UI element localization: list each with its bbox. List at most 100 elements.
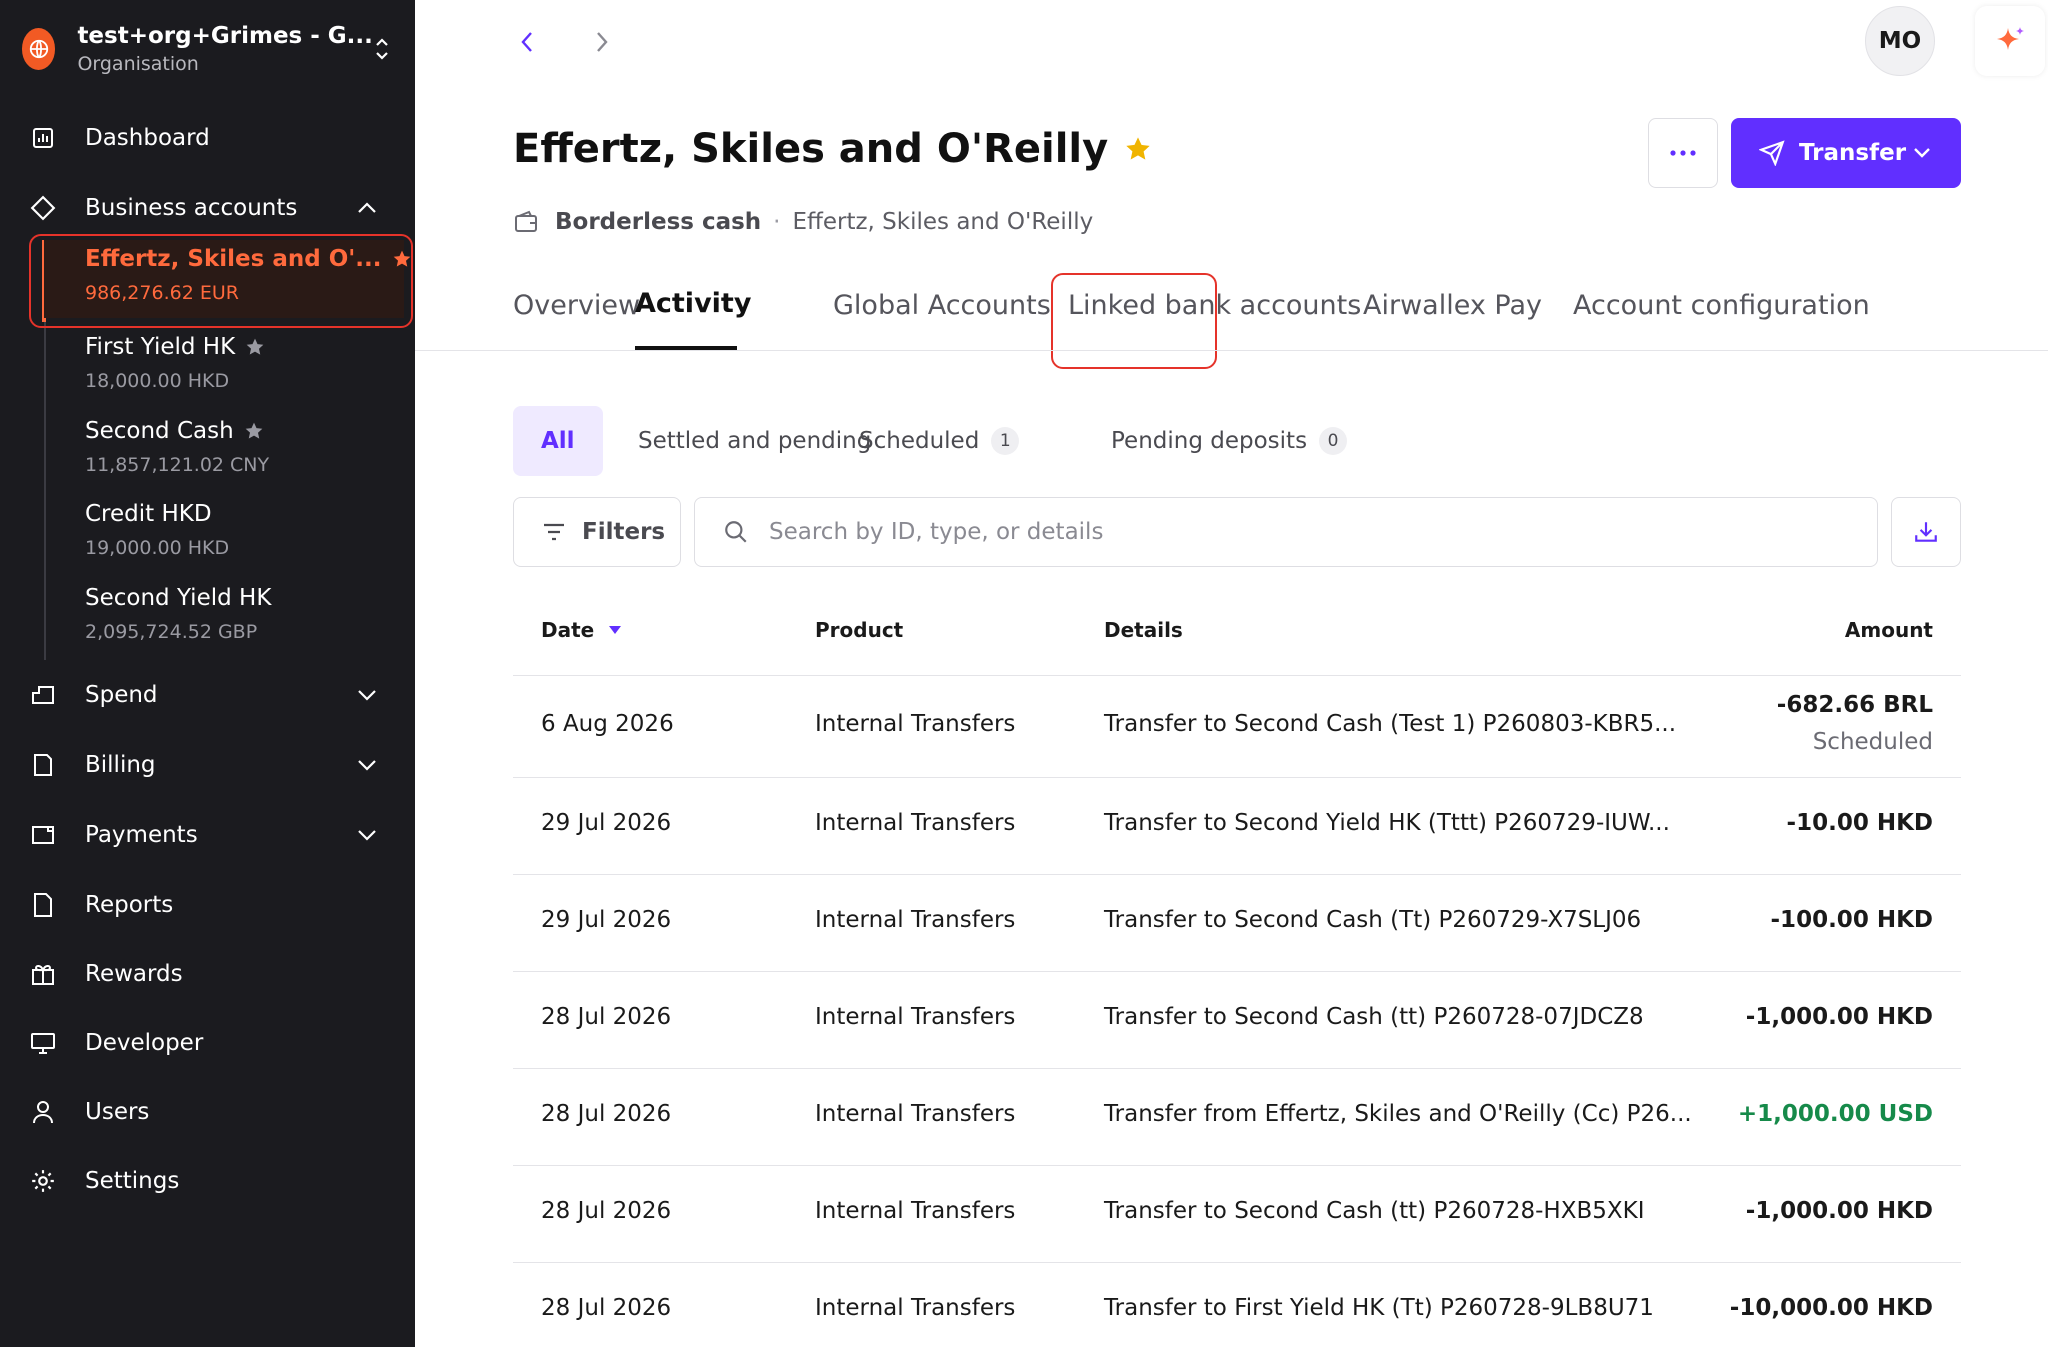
- document-icon: [28, 890, 58, 920]
- accounts-icon: [28, 193, 58, 223]
- column-header-date[interactable]: Date: [541, 618, 622, 642]
- star-icon[interactable]: [244, 421, 264, 441]
- gift-icon: [28, 959, 58, 989]
- filters-label: Filters: [582, 519, 666, 545]
- cell-product: Internal Transfers: [815, 1101, 1016, 1127]
- tab-activity[interactable]: Activity: [635, 288, 751, 319]
- sidebar-label: Settings: [85, 1168, 180, 1194]
- chip-label: All: [541, 428, 575, 454]
- count-badge: 1: [991, 427, 1020, 455]
- back-button[interactable]: [509, 24, 545, 60]
- search-icon: [725, 521, 747, 543]
- table-row[interactable]: 29 Jul 2026 Internal Transfers Transfer …: [513, 778, 1961, 875]
- chip-all[interactable]: All: [513, 406, 603, 476]
- tab-bar: Overview Activity Global Accounts Linked…: [513, 276, 1963, 352]
- cell-product: Internal Transfers: [815, 810, 1016, 836]
- table-row[interactable]: 28 Jul 2026 Internal Transfers Transfer …: [513, 1069, 1961, 1166]
- page-title: Effertz, Skiles and O'Reilly: [513, 126, 1152, 172]
- cell-details: Transfer to Second Cash (tt) P260728-07J…: [1104, 1004, 1644, 1030]
- breadcrumb-account-type[interactable]: Borderless cash: [555, 209, 761, 235]
- table-header: Date Product Details Amount: [513, 594, 1961, 676]
- chip-label: Scheduled: [859, 428, 980, 454]
- sidebar-item-dashboard[interactable]: Dashboard: [0, 110, 415, 166]
- table-row[interactable]: 28 Jul 2026 Internal Transfers Transfer …: [513, 1263, 1961, 1347]
- account-name: First Yield HK: [85, 334, 236, 360]
- account-item-second-yield[interactable]: Second Yield HK 2,095,724.52 GBP: [44, 579, 404, 657]
- cell-details: Transfer to Second Cash (Test 1) P260803…: [1104, 711, 1677, 737]
- cell-date: 28 Jul 2026: [541, 1101, 672, 1127]
- filters-button[interactable]: Filters: [513, 497, 681, 567]
- sidebar-item-users[interactable]: Users: [0, 1084, 415, 1140]
- account-name: Second Yield HK: [85, 585, 272, 611]
- search-input[interactable]: [769, 519, 1769, 545]
- sidebar-label: Billing: [85, 752, 156, 778]
- chevron-down-icon[interactable]: [353, 821, 381, 849]
- sidebar-item-payments[interactable]: Payments: [0, 807, 415, 863]
- tab-global-accounts[interactable]: Global Accounts: [833, 290, 1051, 321]
- sidebar-item-rewards[interactable]: Rewards: [0, 946, 415, 1002]
- spend-icon: [28, 680, 58, 710]
- star-icon[interactable]: [1124, 135, 1152, 163]
- payments-icon: [28, 820, 58, 850]
- chevron-left-icon: [521, 32, 532, 52]
- cell-amount: -100.00 HKD: [1770, 907, 1933, 933]
- chevron-down-icon: [1914, 148, 1930, 158]
- table-row[interactable]: 29 Jul 2026 Internal Transfers Transfer …: [513, 875, 1961, 972]
- cell-amount: -1,000.00 HKD: [1745, 1198, 1933, 1224]
- tab-airwallex-pay[interactable]: Airwallex Pay: [1363, 290, 1542, 321]
- cell-date: 28 Jul 2026: [541, 1295, 672, 1321]
- account-item-credit-hkd[interactable]: Credit HKD 19,000.00 HKD: [44, 495, 404, 573]
- chevron-up-down-icon[interactable]: [373, 29, 392, 69]
- chevron-up-icon[interactable]: [353, 194, 381, 222]
- globe-icon: [22, 28, 56, 70]
- dashboard-icon: [28, 123, 58, 153]
- cell-amount: -10,000.00 HKD: [1729, 1295, 1933, 1321]
- org-switcher[interactable]: test+org+Grimes - G... Organisation: [22, 18, 392, 80]
- org-subtitle: Organisation: [77, 53, 199, 75]
- avatar[interactable]: MO: [1865, 6, 1935, 76]
- sidebar-item-business-accounts[interactable]: Business accounts: [0, 180, 415, 236]
- download-button[interactable]: [1891, 497, 1961, 567]
- account-item-second-cash[interactable]: Second Cash 11,857,121.02 CNY: [44, 412, 404, 490]
- star-icon[interactable]: [245, 337, 265, 357]
- table-row[interactable]: 6 Aug 2026 Internal Transfers Transfer t…: [513, 676, 1961, 778]
- cell-date: 28 Jul 2026: [541, 1198, 672, 1224]
- sidebar-item-reports[interactable]: Reports: [0, 877, 415, 933]
- chevron-down-icon[interactable]: [353, 751, 381, 779]
- ai-assistant-button[interactable]: [1975, 6, 2045, 76]
- user-icon: [28, 1097, 58, 1127]
- table-row[interactable]: 28 Jul 2026 Internal Transfers Transfer …: [513, 1166, 1961, 1263]
- cell-amount: +1,000.00 USD: [1737, 1101, 1933, 1127]
- transfer-button[interactable]: Transfer: [1731, 118, 1961, 188]
- monitor-icon: [28, 1028, 58, 1058]
- chip-scheduled[interactable]: Scheduled 1: [831, 406, 1047, 476]
- search-field[interactable]: [694, 497, 1878, 567]
- sidebar-item-settings[interactable]: Settings: [0, 1153, 415, 1209]
- chevron-right-icon: [597, 32, 608, 52]
- sidebar-item-billing[interactable]: Billing: [0, 737, 415, 793]
- account-balance: 11,857,121.02 CNY: [85, 454, 270, 476]
- cell-date: 29 Jul 2026: [541, 810, 672, 836]
- cell-details: Transfer to Second Yield HK (Tttt) P2607…: [1104, 810, 1670, 836]
- chip-pending-deposits[interactable]: Pending deposits 0: [1083, 406, 1375, 476]
- billing-icon: [28, 750, 58, 780]
- forward-button[interactable]: [584, 24, 620, 60]
- table-row[interactable]: 28 Jul 2026 Internal Transfers Transfer …: [513, 972, 1961, 1069]
- chevron-down-icon[interactable]: [353, 681, 381, 709]
- more-options-button[interactable]: [1648, 118, 1718, 188]
- cell-details: Transfer to Second Cash (tt) P260728-HXB…: [1104, 1198, 1645, 1224]
- tab-overview[interactable]: Overview: [513, 290, 640, 321]
- activity-table: Date Product Details Amount 6 Aug 2026 I…: [513, 594, 1961, 1347]
- cell-amount: -682.66 BRL: [1776, 692, 1933, 718]
- sidebar-label: Users: [85, 1099, 150, 1125]
- account-name-row: Second Yield HK: [85, 585, 271, 611]
- sidebar-item-spend[interactable]: Spend: [0, 667, 415, 723]
- sidebar-item-developer[interactable]: Developer: [0, 1015, 415, 1071]
- account-balance: 2,095,724.52 GBP: [85, 621, 258, 643]
- cell-date: 6 Aug 2026: [541, 711, 674, 737]
- account-item-first-yield[interactable]: First Yield HK 18,000.00 HKD: [44, 328, 404, 406]
- chip-label: Pending deposits: [1111, 428, 1308, 454]
- column-header-amount: Amount: [1844, 618, 1933, 642]
- highlight-outline: [1051, 273, 1217, 369]
- tab-account-configuration[interactable]: Account configuration: [1573, 290, 1870, 321]
